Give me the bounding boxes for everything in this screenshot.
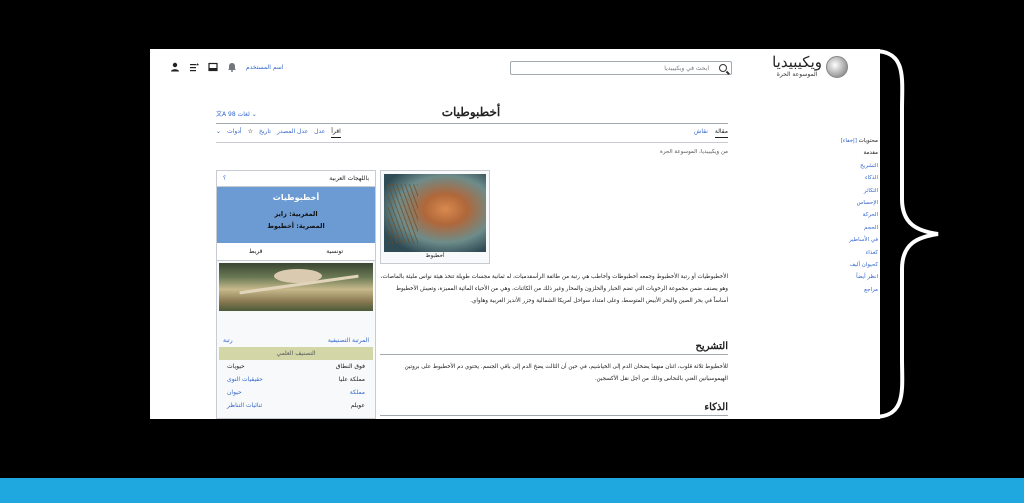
thumbnail: أخطبوط [380,170,490,264]
chevron-down-icon: ⌄ [216,128,222,135]
wikipedia-logo[interactable]: ويكيبيديا الموسوعة الحرة [772,55,848,78]
namespace-tabs: مقالة نقاش [694,128,728,138]
tab-edit[interactable]: عدل [314,128,325,138]
bell-icon[interactable] [227,62,237,72]
logo-name: ويكيبيديا [772,53,822,71]
toc-item[interactable]: مراجع [814,284,878,296]
thumbnail-caption: أخطبوط [425,253,445,259]
language-count: 98 لغات [228,111,250,118]
toc-item[interactable]: كحيوان أليف [814,259,878,271]
toc-item[interactable]: التشريح [814,160,878,172]
star-icon[interactable]: ☆ [248,128,253,138]
toc-item[interactable]: الإحساس [814,197,878,209]
infobox: باللهجات العربية ؟ أخطبوطيات المغربية: ز… [216,170,376,419]
translate-icon: 文A [216,111,227,118]
intro-paragraph: الأخطبوطيات أو رتبة الأخطبوط وجمعه أخطبو… [380,274,728,304]
infobox-photo[interactable] [219,263,373,311]
toc-item[interactable]: الحجم [814,222,878,234]
user-menu-icon[interactable] [170,62,180,72]
search-icon[interactable] [719,64,727,72]
page-title: أخطبوطيات [441,105,501,119]
search-input[interactable]: ابحث في ويكيبيديا [510,61,732,75]
tab-edit-source[interactable]: عدل المصدر [277,128,308,138]
infobox-name: أخطبوطيات [272,193,320,202]
tab-read[interactable]: اقرأ [331,128,341,138]
curly-brace-decoration [873,49,939,419]
dialect-tunisian: تونسية [326,248,344,255]
inbox-icon[interactable] [208,62,218,72]
title-divider [216,123,728,124]
tab-history[interactable]: تاريخ [259,128,271,138]
taskbar [0,478,1024,503]
toc-item[interactable]: الحركة [814,209,878,221]
toc-item[interactable]: انظر أيضاً [814,271,878,283]
tabs-divider [216,142,728,143]
toc-item[interactable]: التكاثر [814,185,878,197]
view-tabs: اقرأ عدل عدل المصدر تاريخ ☆ أدوات ⌄ [216,128,341,138]
infobox-egyptian: المصرية: أخطبوط [267,222,325,230]
tab-tools[interactable]: أدوات [227,128,242,138]
toc-toggle[interactable]: [إخفاء] [841,138,857,144]
taxonomy-row: عويلم ثنائيات التناظر [227,402,365,409]
tab-talk[interactable]: نقاش [694,128,708,138]
tab-article[interactable]: مقالة [714,128,728,138]
search-placeholder: ابحث في ويكيبيديا [664,64,709,72]
table-of-contents: محتويات [إخفاء] مقدمة التشريح الذكاء الت… [814,135,878,296]
octopus-image[interactable] [384,174,486,252]
infobox-dialects-label: باللهجات العربية [329,175,369,182]
section-heading-intelligence: الذكاء [380,402,728,416]
user-tools: اسم المستخدم [170,62,283,72]
infobox-header: أخطبوطيات المغربية: زايز المصرية: أخطبوط [217,187,375,243]
taxonomy-row: مملكة عليا حقيقيات النوى [227,376,365,383]
screen: ويكيبيديا الموسوعة الحرة ابحث في ويكيبيد… [0,0,1024,503]
taxonomy-row: فوق النطاق حيويات [227,363,365,370]
anatomy-paragraph: للأخطبوط ثلاثة قلوب، اثنان منهما يضخان ا… [404,364,728,382]
toc-item[interactable]: كغذاء [814,247,878,259]
language-button[interactable]: 文A 98 لغات ⌄ [216,109,257,118]
globe-icon [826,55,848,78]
logo-tagline: الموسوعة الحرة [776,71,818,78]
site-subtitle: من ويكيبيديا، الموسوعة الحرة [659,149,728,155]
toc-item[interactable]: في الأساطير [814,234,878,246]
infobox-maghrebi: المغربية: زايز [274,210,318,218]
rank-value[interactable]: رتبة [223,337,233,344]
help-link[interactable]: ؟ [223,175,226,182]
rank-label[interactable]: المرتبة التصنيفية [328,337,369,344]
section-heading-anatomy: التشريح [380,341,728,355]
scientific-classification[interactable]: التصنيف العلمي [219,347,373,360]
dialect-other: قريط [248,248,263,255]
browser-page: ويكيبيديا الموسوعة الحرة ابحث في ويكيبيد… [150,49,880,419]
watchlist-icon[interactable] [189,62,199,72]
toc-item[interactable]: الذكاء [814,172,878,184]
taxonomy-row: مملكة حيوان [227,389,365,396]
toc-item[interactable]: مقدمة [814,147,878,159]
chevron-down-icon: ⌄ [251,111,257,118]
username-link[interactable]: اسم المستخدم [246,64,283,71]
